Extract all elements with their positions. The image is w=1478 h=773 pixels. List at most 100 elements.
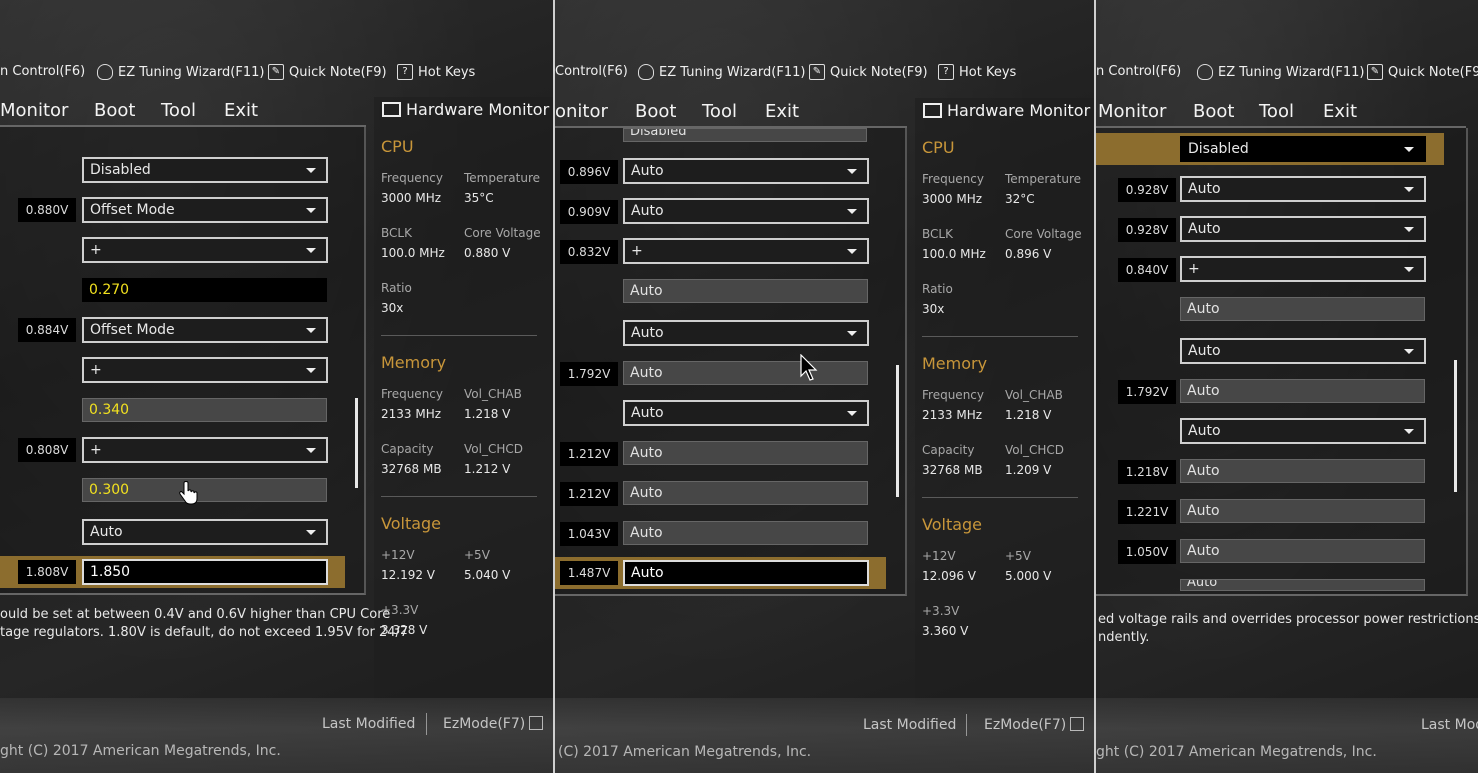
- setting-field[interactable]: Auto: [1180, 459, 1425, 483]
- setting-field[interactable]: Auto: [623, 361, 868, 385]
- setting-dropdown[interactable]: Offset Mode: [82, 197, 328, 223]
- setting-field[interactable]: Auto: [623, 441, 868, 465]
- menu-exit[interactable]: Exit: [224, 100, 258, 121]
- copyright: (C) 2017 American Megatrends, Inc.: [558, 744, 812, 760]
- menu-tool[interactable]: Tool: [702, 101, 737, 122]
- voltage-readout: 1.212V: [560, 442, 618, 466]
- scrollbar[interactable]: [355, 398, 358, 488]
- help-icon: ?: [938, 64, 954, 80]
- memory-heading: Memory: [922, 354, 988, 373]
- v33-value: 3.360 V: [922, 624, 969, 638]
- lightbulb-icon: [97, 64, 113, 80]
- menu-monitor[interactable]: Monitor: [0, 100, 68, 121]
- cpu-heading: CPU: [922, 138, 955, 157]
- menu-monitor[interactable]: onitor: [555, 101, 608, 122]
- setting-dropdown[interactable]: Disabled: [82, 157, 328, 183]
- bclk-value: 100.0 MHz: [922, 247, 986, 261]
- setting-field[interactable]: Auto: [1180, 379, 1425, 403]
- setting-field[interactable]: Auto: [623, 279, 868, 303]
- ezmode-button[interactable]: EzMode(F7): [984, 717, 1085, 733]
- vol-chcd-label: Vol_CHCD: [464, 442, 523, 456]
- voltage-readout: 0.928V: [1118, 178, 1176, 202]
- ez-tuning-button[interactable]: EZ Tuning Wizard(F11): [97, 64, 264, 80]
- voltage-readout: 0.808V: [18, 438, 76, 462]
- setting-field[interactable]: Auto: [1180, 499, 1425, 523]
- fan-control-button[interactable]: n Control(F6): [1096, 64, 1181, 79]
- quick-note-button[interactable]: ✎ Quick Note(F9): [268, 64, 387, 80]
- setting-dropdown[interactable]: Auto: [623, 320, 869, 346]
- core-voltage-value: 0.896 V: [1005, 247, 1052, 261]
- mem-frequency-value: 2133 MHz: [381, 407, 442, 421]
- setting-field[interactable]: 0.340: [82, 398, 327, 422]
- capacity-label: Capacity: [922, 443, 975, 457]
- setting-dropdown[interactable]: +: [1180, 256, 1426, 282]
- setting-dropdown[interactable]: Auto: [623, 158, 869, 184]
- last-modified-button[interactable]: Last Modified: [322, 716, 415, 732]
- setting-field[interactable]: Auto: [623, 481, 868, 505]
- hot-keys-button[interactable]: ? Hot Keys: [938, 64, 1016, 80]
- setting-dropdown[interactable]: Auto: [623, 400, 869, 426]
- setting-field[interactable]: 0.270: [82, 278, 327, 302]
- voltage-readout: 1.221V: [1118, 500, 1176, 524]
- voltage-readout: 0.884V: [18, 318, 76, 342]
- hardware-monitor-label: Hardware Monitor: [406, 100, 550, 119]
- scrollbar[interactable]: [896, 365, 899, 497]
- menu-tool[interactable]: Tool: [1259, 101, 1294, 122]
- setting-dropdown[interactable]: Auto: [623, 198, 869, 224]
- setting-field-partial[interactable]: Auto: [1180, 579, 1425, 591]
- setting-field-selected[interactable]: Auto: [623, 560, 869, 586]
- menu-boot[interactable]: Boot: [94, 100, 135, 121]
- quick-note-button[interactable]: ✎ Quick Note(F9): [1367, 64, 1478, 80]
- vol-chcd-value: 1.209 V: [1005, 463, 1052, 477]
- hot-keys-button[interactable]: ? Hot Keys: [397, 64, 475, 80]
- ez-tuning-button[interactable]: EZ Tuning Wizard(F11): [1197, 64, 1364, 80]
- setting-dropdown[interactable]: +: [82, 237, 328, 263]
- cpu-frequency-label: Frequency: [922, 172, 984, 186]
- setting-dropdown[interactable]: Auto: [1180, 418, 1426, 444]
- menu-exit[interactable]: Exit: [1323, 101, 1357, 122]
- lightbulb-icon: [638, 64, 654, 80]
- setting-dropdown-selected[interactable]: Disabled: [1180, 136, 1426, 162]
- scrollbar[interactable]: [1454, 360, 1457, 492]
- last-modified-button[interactable]: Last Modified: [863, 717, 956, 733]
- menu-tool[interactable]: Tool: [161, 100, 196, 121]
- ez-tuning-label: EZ Tuning Wizard(F11): [1218, 64, 1365, 80]
- setting-dropdown[interactable]: +: [623, 238, 869, 264]
- setting-dropdown[interactable]: +: [82, 357, 328, 383]
- voltage-readout: 1.487V: [560, 561, 618, 585]
- setting-field-partial[interactable]: Disabled: [623, 128, 867, 142]
- setting-dropdown[interactable]: Offset Mode: [82, 317, 328, 343]
- voltage-readout: 1.792V: [1118, 380, 1176, 404]
- setting-dropdown[interactable]: +: [82, 437, 328, 463]
- voltage-readout: 0.896V: [560, 160, 618, 184]
- setting-field[interactable]: 0.300: [82, 478, 327, 502]
- menu-monitor[interactable]: Monitor: [1098, 101, 1166, 122]
- fan-control-button[interactable]: n Control(F6): [0, 64, 85, 79]
- voltage-readout: 1.218V: [1118, 460, 1176, 484]
- setting-dropdown[interactable]: Auto: [82, 519, 328, 545]
- quick-note-button[interactable]: ✎ Quick Note(F9): [809, 64, 928, 80]
- help-text: ould be set at between 0.4V and 0.6V hig…: [0, 606, 408, 642]
- mem-frequency-value: 2133 MHz: [922, 408, 983, 422]
- setting-field-selected[interactable]: 1.850: [82, 559, 328, 585]
- setting-field[interactable]: Auto: [1180, 297, 1425, 321]
- voltage-heading: Voltage: [381, 514, 442, 533]
- fan-control-button[interactable]: Control(F6): [555, 64, 628, 79]
- cpu-heading: CPU: [381, 137, 414, 156]
- menu-boot[interactable]: Boot: [1193, 101, 1234, 122]
- menu-boot[interactable]: Boot: [635, 101, 676, 122]
- cpu-frequency-label: Frequency: [381, 171, 443, 185]
- setting-dropdown[interactable]: Auto: [1180, 338, 1426, 364]
- menu-exit[interactable]: Exit: [765, 101, 799, 122]
- setting-field[interactable]: Auto: [1180, 539, 1425, 563]
- vol-chcd-label: Vol_CHCD: [1005, 443, 1064, 457]
- ezmode-button[interactable]: EzMode(F7): [443, 716, 544, 732]
- setting-dropdown[interactable]: Auto: [1180, 176, 1426, 202]
- ez-tuning-button[interactable]: EZ Tuning Wizard(F11): [638, 64, 805, 80]
- last-modified-button[interactable]: Last Modified: [1421, 717, 1478, 733]
- note-icon: ✎: [1367, 64, 1383, 80]
- setting-field[interactable]: Auto: [623, 521, 868, 545]
- memory-heading: Memory: [381, 353, 447, 372]
- vol-chab-value: 1.218 V: [1005, 408, 1052, 422]
- setting-dropdown[interactable]: Auto: [1180, 216, 1426, 242]
